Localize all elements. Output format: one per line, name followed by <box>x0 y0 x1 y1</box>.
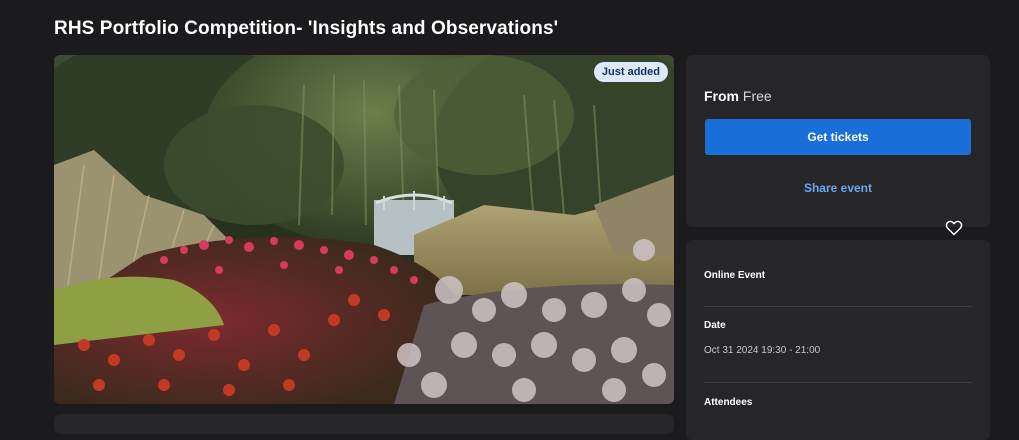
price-info: From Free <box>704 88 772 104</box>
location-label: Online Event <box>704 270 766 281</box>
get-tickets-button[interactable]: Get tickets <box>705 119 971 155</box>
event-info-panel: Online Event Date Oct 31 2024 19:30 - 21… <box>686 240 990 440</box>
garden-photo <box>54 55 674 404</box>
price-value: Free <box>742 88 772 104</box>
price-from-label: From <box>704 88 739 104</box>
event-details-card <box>54 414 674 434</box>
heart-icon[interactable] <box>945 220 963 236</box>
attendees-label: Attendees <box>704 397 753 408</box>
ticket-panel: From Free Get tickets Share event <box>686 55 990 227</box>
just-added-badge: Just added <box>593 62 668 82</box>
event-image: Just added <box>54 55 674 404</box>
divider <box>704 382 972 383</box>
date-value: Oct 31 2024 19:30 - 21:00 <box>704 345 821 356</box>
event-title: RHS Portfolio Competition- 'Insights and… <box>54 18 559 39</box>
share-event-link[interactable]: Share event <box>705 181 971 195</box>
divider <box>704 306 972 307</box>
date-label: Date <box>704 320 726 331</box>
